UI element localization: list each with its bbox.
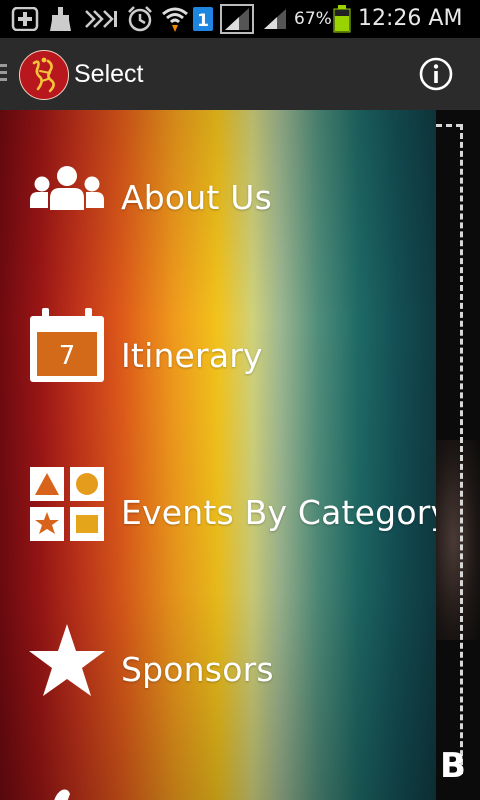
main-content-peek[interactable]: B: [436, 110, 480, 800]
info-icon: [419, 57, 453, 91]
alarm-icon: [126, 6, 154, 32]
status-bar: 1 67% 12:26 AM: [0, 0, 480, 38]
wifi-icon: [160, 7, 190, 32]
background-image: [436, 440, 480, 640]
drawer-indicator-icon[interactable]: [0, 64, 8, 84]
page-title: Select: [74, 60, 144, 88]
menu-item-label: Events By Category: [121, 493, 436, 532]
menu-item-itinerary[interactable]: 7 Itinerary: [0, 298, 436, 418]
signal-strength-icon-2: [262, 7, 288, 31]
svg-text:1: 1: [197, 11, 209, 31]
star-icon: [29, 624, 105, 696]
peek-logo: B: [440, 746, 466, 786]
info-button[interactable]: [418, 56, 454, 92]
calendar-icon-day: 7: [59, 341, 76, 371]
menu-item-sponsors[interactable]: Sponsors: [0, 612, 436, 732]
sim-1-icon: 1: [192, 7, 214, 31]
menu-item-partial[interactable]: [0, 770, 436, 800]
battery-icon: [333, 5, 351, 33]
menu-item-label: Sponsors: [121, 650, 274, 689]
menu-item-about-us[interactable]: About Us: [0, 140, 436, 260]
signal-strength-icon: [220, 4, 254, 34]
dashed-border-vertical: [460, 124, 463, 774]
navigation-drawer: About Us 7 Itinerary Events By Category: [0, 110, 436, 800]
app-logo[interactable]: [19, 50, 69, 100]
dashed-border: [436, 124, 462, 127]
shapes-category-icon: [30, 467, 104, 541]
people-icon: [30, 166, 104, 210]
menu-item-events-by-category[interactable]: Events By Category: [0, 455, 436, 575]
clock-time: 12:26 AM: [358, 6, 463, 31]
cleaner-icon: [46, 7, 76, 31]
action-bar: Select: [0, 38, 480, 112]
battery-percent: 67%: [294, 9, 332, 29]
menu-item-label: About Us: [121, 178, 273, 217]
calendar-icon: 7: [30, 308, 104, 382]
add-icon: [10, 7, 40, 31]
no-signal-icon: [84, 7, 124, 31]
menu-item-label: Itinerary: [121, 336, 263, 375]
partial-menu-icon: [54, 789, 70, 800]
